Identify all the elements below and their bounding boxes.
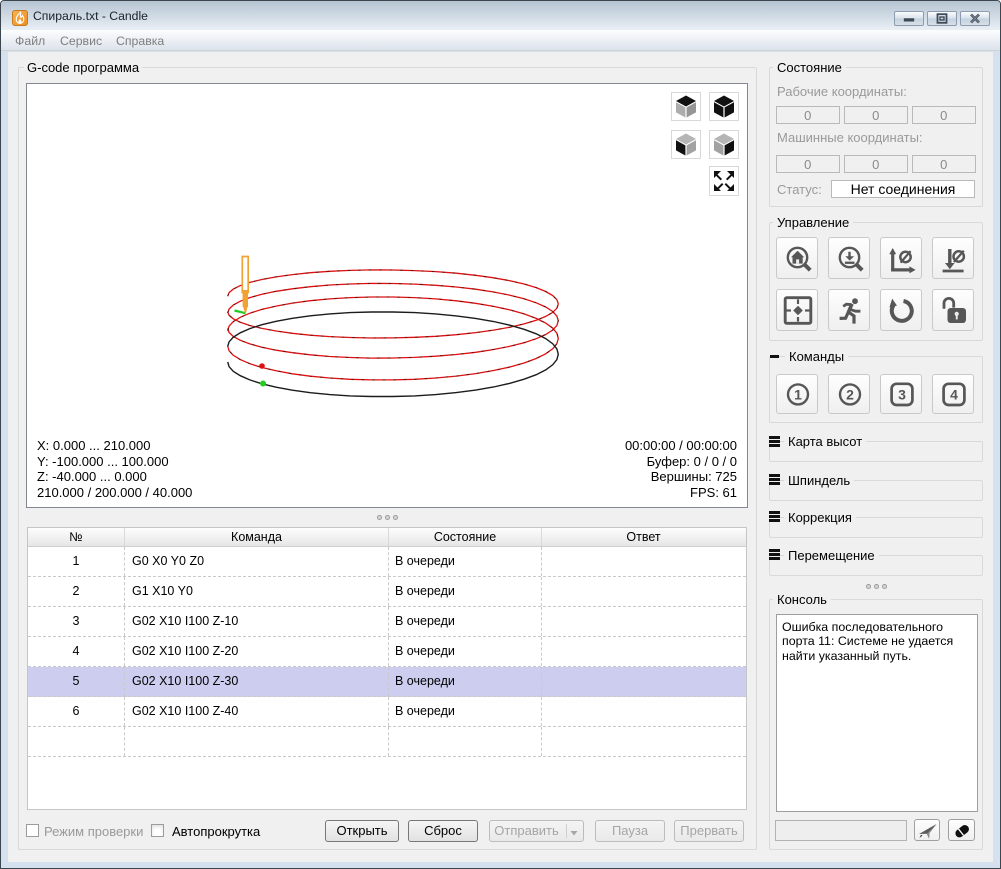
svg-text:4: 4 — [950, 386, 958, 402]
svg-text:2: 2 — [846, 386, 854, 402]
svg-text:1: 1 — [794, 386, 802, 402]
svg-text:3: 3 — [898, 386, 906, 402]
